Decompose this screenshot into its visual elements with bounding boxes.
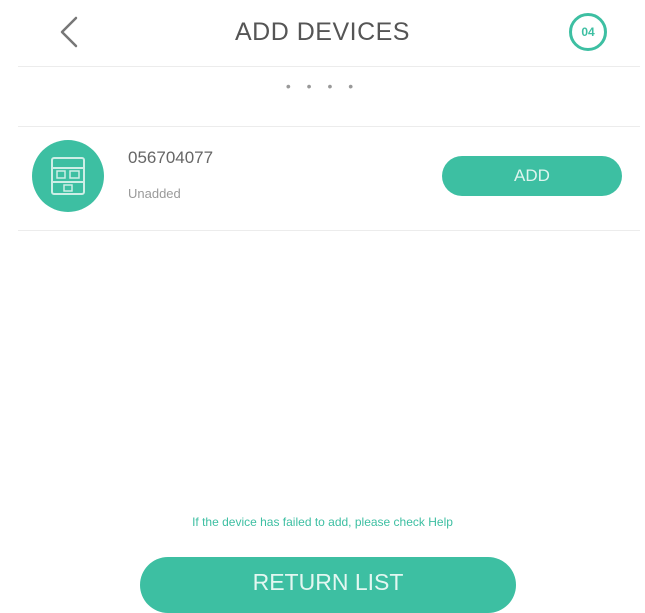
list-top-divider — [18, 126, 640, 127]
add-device-button[interactable]: ADD — [442, 156, 622, 196]
page-title: ADD DEVICES — [235, 18, 410, 46]
header-bar: ADD DEVICES 04 — [0, 0, 645, 66]
device-status: Unadded — [128, 186, 181, 201]
device-avatar — [32, 140, 104, 212]
help-text[interactable]: If the device has failed to add, please … — [0, 515, 645, 529]
return-list-button[interactable]: RETURN LIST — [140, 557, 516, 613]
step-dots: • • • • — [285, 78, 360, 94]
counter-badge[interactable]: 04 — [569, 13, 607, 51]
device-list-item: 056704077 Unadded ADD — [18, 128, 640, 230]
device-panel-icon — [51, 157, 85, 195]
header-divider — [18, 66, 640, 67]
list-bottom-divider — [18, 230, 640, 231]
device-id: 056704077 — [128, 148, 214, 167]
